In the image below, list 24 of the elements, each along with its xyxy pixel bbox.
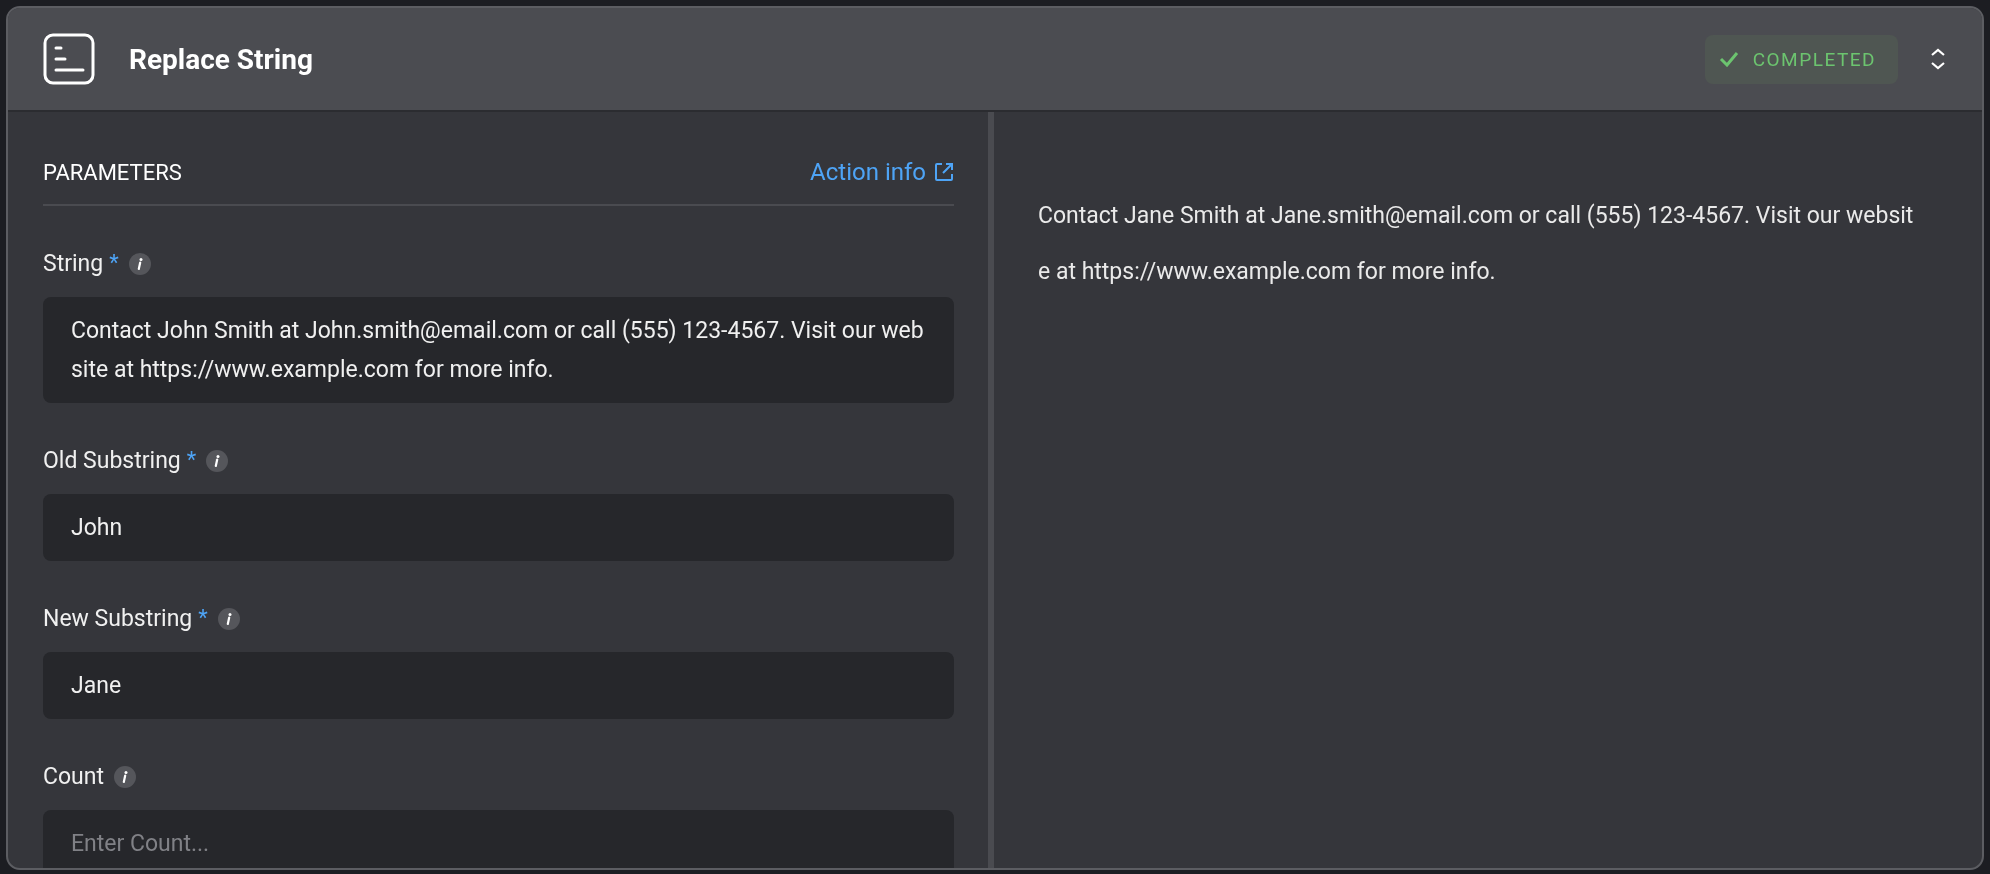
info-icon[interactable]: [217, 607, 240, 630]
list-icon: [43, 33, 95, 85]
expand-collapse-icon[interactable]: [1930, 47, 1946, 71]
input-field[interactable]: Jane: [43, 652, 954, 719]
panel-title: Replace String: [129, 42, 314, 76]
field-label: Old Substring: [43, 447, 181, 474]
check-icon: [1718, 51, 1739, 67]
section-heading: PARAMETERS: [43, 159, 182, 185]
input-field[interactable]: John: [43, 494, 954, 561]
input-field[interactable]: Enter Count...: [43, 810, 954, 868]
required-mark: *: [109, 250, 119, 275]
output-text: Contact Jane Smith at Jane.smith@email.com or call (555) 123-4567. Visit our website at https://www.example.com for more info.: [1038, 201, 1915, 287]
info-icon[interactable]: [114, 765, 136, 788]
input-field[interactable]: Contact John Smith at John.smith@email.com or call (555) 123-4567. Visit our website at https://www.example.com for more info.: [43, 297, 954, 403]
info-icon[interactable]: [206, 449, 229, 472]
status-badge: COMPLETED: [1704, 34, 1898, 84]
field-label: String: [43, 250, 104, 277]
required-mark: *: [186, 447, 197, 472]
info-icon[interactable]: [128, 252, 151, 275]
required-mark: *: [198, 605, 208, 630]
external-link-icon: [934, 162, 954, 182]
field-label: Count: [43, 763, 104, 790]
field-label: New Substring: [43, 605, 193, 632]
action-info-link[interactable]: Action info: [810, 158, 954, 186]
